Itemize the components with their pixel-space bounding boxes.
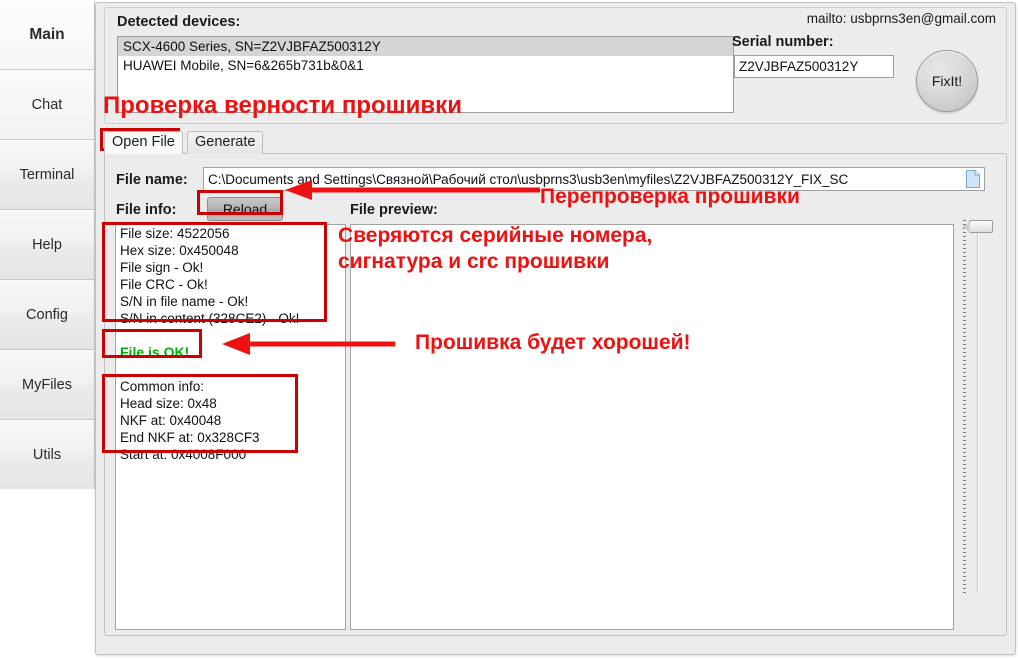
- file-preview-textbox[interactable]: [350, 224, 954, 630]
- common-info-line: NKF at: 0x40048: [120, 413, 222, 428]
- main-panel: Detected devices: SCX-4600 Series, SN=Z2…: [95, 2, 1016, 655]
- sidebar-item-help[interactable]: Help: [0, 210, 94, 280]
- file-info-line: Hex size: 0x450048: [120, 243, 239, 258]
- sidebar-item-main[interactable]: Main: [0, 0, 94, 70]
- file-info-line: File sign - Ok!: [120, 260, 204, 275]
- status-badge: File is OK!: [120, 344, 190, 360]
- trackbar-ticks: [963, 220, 966, 595]
- preview-scroll-trackbar[interactable]: [960, 214, 1000, 614]
- list-item[interactable]: HUAWEI Mobile, SN=6&265b731b&0&1: [118, 56, 733, 75]
- sidebar-item-myfiles[interactable]: MyFiles: [0, 350, 94, 420]
- tab-generate[interactable]: Generate: [187, 131, 264, 154]
- common-info-line: End NKF at: 0x328CF3: [120, 430, 260, 445]
- sidebar-item-label: Help: [32, 237, 62, 253]
- common-info-line: Start at: 0x4008F000: [120, 447, 247, 462]
- detected-devices-label: Detected devices:: [117, 14, 241, 30]
- sidebar-item-chat[interactable]: Chat: [0, 70, 94, 140]
- mailto-link[interactable]: mailto: usbprns3en@gmail.com: [807, 11, 996, 26]
- sidebar-item-label: Main: [29, 25, 65, 43]
- trackbar-thumb[interactable]: [962, 220, 993, 233]
- tab-label: Open File: [112, 134, 175, 150]
- common-info-line: Head size: 0x48: [120, 396, 217, 411]
- common-info-line: Common info:: [120, 379, 205, 394]
- sidebar-empty-area: [0, 489, 95, 659]
- application-window: Main Chat Terminal Help Config MyFiles U…: [0, 0, 1018, 659]
- file-info-label: File info:: [116, 202, 177, 218]
- fixit-button[interactable]: FixIt!: [916, 50, 978, 112]
- file-name-value: C:\Documents and Settings\Связной\Рабочи…: [208, 171, 849, 187]
- sidebar-item-label: Terminal: [19, 167, 75, 183]
- tab-open-file[interactable]: Open File: [104, 131, 183, 154]
- serial-number-label: Serial number:: [732, 34, 834, 50]
- file-info-line: File CRC - Ok!: [120, 277, 208, 292]
- sidebar-item-label: Config: [26, 307, 68, 323]
- tab-label: Generate: [195, 134, 256, 150]
- detected-devices-group: Detected devices: SCX-4600 Series, SN=Z2…: [104, 7, 1007, 124]
- sidebar-item-utils[interactable]: Utils: [0, 420, 94, 490]
- sidebar-item-label: Utils: [32, 447, 62, 463]
- sidebar-item-label: MyFiles: [22, 377, 72, 393]
- fixit-button-label: FixIt!: [931, 73, 963, 89]
- list-item[interactable]: SCX-4600 Series, SN=Z2VJBFAZ500312Y: [118, 37, 733, 56]
- trackbar-rail: [977, 224, 979, 592]
- reload-button-label: Reload: [222, 201, 268, 217]
- serial-number-input[interactable]: [734, 55, 894, 78]
- file-info-line: S/N in file name - Ok!: [120, 294, 249, 309]
- reload-button[interactable]: Reload: [207, 197, 283, 221]
- open-file-tab-body: File name: C:\Documents and Settings\Свя…: [104, 153, 1007, 636]
- detected-devices-list[interactable]: SCX-4600 Series, SN=Z2VJBFAZ500312Y HUAW…: [117, 36, 734, 113]
- sidebar-item-config[interactable]: Config: [0, 280, 94, 350]
- file-preview-label: File preview:: [350, 202, 438, 218]
- file-info-textbox[interactable]: File size: 4522056 Hex size: 0x450048 Fi…: [115, 224, 346, 630]
- sidebar-item-terminal[interactable]: Terminal: [0, 140, 94, 210]
- inner-tab-bar: Open File Generate: [104, 131, 1007, 154]
- file-name-field[interactable]: C:\Documents and Settings\Связной\Рабочи…: [203, 167, 985, 191]
- sidebar-tab-strip: Main Chat Terminal Help Config MyFiles U…: [0, 0, 95, 490]
- file-info-line: S/N in content (328CE2) - Ok!: [120, 311, 300, 326]
- file-info-line: File size: 4522056: [120, 226, 230, 241]
- file-document-icon[interactable]: [965, 170, 981, 188]
- sidebar-item-label: Chat: [31, 97, 63, 113]
- file-name-label: File name:: [116, 172, 188, 188]
